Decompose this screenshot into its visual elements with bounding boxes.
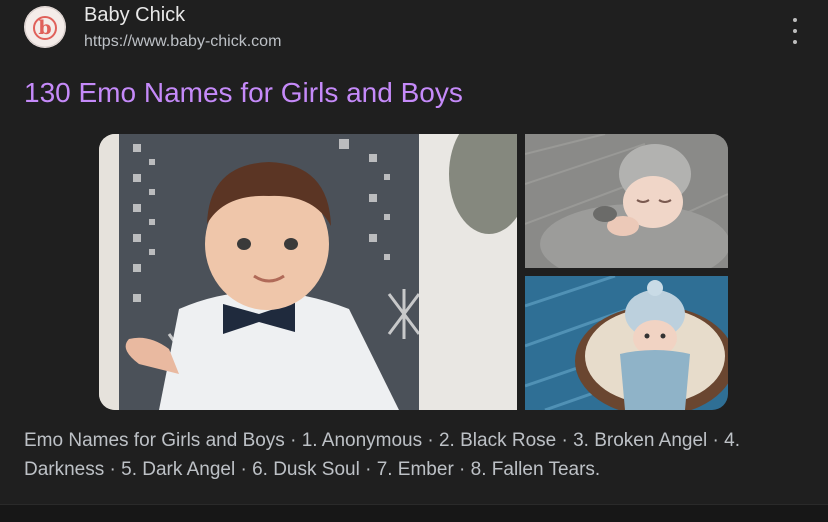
result-snippet: Emo Names for Girls and Boys · 1. Anonym… <box>24 430 740 480</box>
search-result-card: b Baby Chick https://www.baby-chick.com … <box>0 0 828 504</box>
site-favicon-icon[interactable]: b <box>24 6 66 48</box>
sleeping-baby-photo[interactable] <box>525 134 728 268</box>
image-gallery <box>99 134 728 410</box>
more-vert-icon-dot <box>793 29 797 33</box>
site-url[interactable]: https://www.baby-chick.com <box>84 32 281 52</box>
next-result-divider <box>0 504 828 522</box>
more-vert-icon-dot <box>793 40 797 44</box>
result-title-link[interactable]: 130 Emo Names for Girls and Boys <box>24 76 463 110</box>
main-baby-photo[interactable] <box>99 134 517 410</box>
more-options-button[interactable] <box>784 18 806 44</box>
site-name[interactable]: Baby Chick <box>84 3 185 27</box>
wrapped-baby-photo[interactable] <box>525 276 728 410</box>
more-vert-icon-dot <box>793 18 797 22</box>
favicon-letter: b <box>38 17 51 39</box>
